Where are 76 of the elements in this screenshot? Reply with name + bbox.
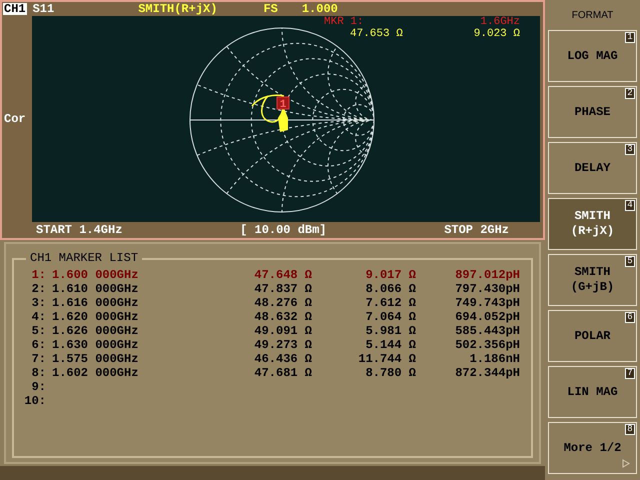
softkey-button[interactable]: SMITH (G+jB) 5 bbox=[548, 254, 637, 306]
softkey-number: 3 bbox=[625, 144, 635, 155]
resistance-cell-text: 47.648 Ω bbox=[253, 268, 312, 282]
marker-reactance: 9.023 Ω bbox=[474, 28, 520, 40]
softkey-number: 5 bbox=[625, 256, 635, 267]
softkey-button[interactable]: PHASE 2 bbox=[548, 86, 637, 138]
marker-resistance: 47.653 Ω bbox=[350, 28, 403, 40]
softkey-button[interactable]: LIN MAG 7 bbox=[548, 366, 637, 418]
marker-number: 10: bbox=[23, 394, 46, 408]
start-frequency: START 1.4GHz bbox=[36, 222, 122, 239]
reactance-cell-text: 5.981 Ω bbox=[364, 324, 416, 338]
marker-number: 9: bbox=[30, 380, 46, 394]
reactance-cell-text: 5.144 Ω bbox=[364, 338, 416, 352]
inductance-cell-text: 897.012pH bbox=[454, 268, 520, 282]
inductance-cell-text: 797.430pH bbox=[454, 282, 520, 296]
marker-frequency-cell-text: 1.602 000GHz bbox=[52, 366, 140, 380]
reactance-cell-text: 11.744 Ω bbox=[357, 352, 416, 366]
marker-frequency-cell-text: 1.630 000GHz bbox=[52, 338, 140, 352]
marker-frequency: 1.6GHz bbox=[480, 16, 520, 28]
marker-frequency-cell-text: 1.616 000GHz bbox=[52, 296, 140, 310]
resistance-cell-text: 47.681 Ω bbox=[253, 366, 312, 380]
softkey-button[interactable]: DELAY 3 bbox=[548, 142, 637, 194]
marker-flag: 1 bbox=[276, 96, 290, 111]
softkey-button[interactable]: LOG MAG 1 bbox=[548, 30, 637, 82]
inductance-cell-text: 694.052pH bbox=[454, 310, 520, 324]
marker-frequency-cell-text: 1.575 000GHz bbox=[52, 352, 140, 366]
resistance-cell-text: 46.436 Ω bbox=[253, 352, 312, 366]
inductance-cell-text: 749.743pH bbox=[454, 296, 520, 310]
stop-frequency: STOP 2GHz bbox=[444, 222, 509, 239]
reactance-cell-text: 7.064 Ω bbox=[364, 310, 416, 324]
format-label: SMITH(R+jX) bbox=[138, 3, 218, 15]
marker-number: 3: bbox=[30, 296, 46, 310]
trace-cluster bbox=[278, 108, 288, 132]
resistance-cell-text: 47.837 Ω bbox=[253, 282, 312, 296]
inductance-cell-text: 872.344pH bbox=[454, 366, 520, 380]
correction-label: Cor bbox=[4, 111, 26, 128]
marker-label: MKR 1: bbox=[324, 16, 364, 28]
marker-frequency-cell-text: 1.626 000GHz bbox=[52, 324, 140, 338]
resistance-cell-text: 49.091 Ω bbox=[253, 324, 312, 338]
marker-number: 7: bbox=[30, 352, 46, 366]
resistance-cell-text: 48.276 Ω bbox=[253, 296, 312, 310]
reactance-cell-text: 7.612 Ω bbox=[364, 296, 416, 310]
marker-number: 6: bbox=[30, 338, 46, 352]
resistance-cell-text: 49.273 Ω bbox=[253, 338, 312, 352]
softkey-number: 7 bbox=[625, 368, 635, 379]
softkey-button[interactable]: More 1/2 8 bbox=[548, 422, 637, 474]
marker-number: 5: bbox=[30, 324, 46, 338]
trace-line bbox=[251, 94, 285, 123]
parameter-label: S11 bbox=[32, 3, 54, 15]
marker-list-title: CH1 MARKER LIST bbox=[26, 252, 142, 264]
marker-number: 8: bbox=[30, 366, 46, 380]
softkey-button[interactable]: POLAR 6 bbox=[548, 310, 637, 362]
power-level: [ 10.00 dBm] bbox=[240, 222, 327, 239]
marker-frequency-cell-text: 1.610 000GHz bbox=[52, 282, 140, 296]
reactance-cell-text: 9.017 Ω bbox=[364, 268, 416, 282]
softkey-number: 2 bbox=[625, 88, 635, 99]
softkey-number: 8 bbox=[625, 424, 635, 435]
marker-number: 4: bbox=[30, 310, 46, 324]
scale-label: FS bbox=[263, 3, 278, 15]
softkey-button[interactable]: SMITH (R+jX) 4 bbox=[548, 198, 637, 250]
softkey-number: 4 bbox=[625, 200, 635, 211]
scale-value: 1.000 bbox=[302, 3, 338, 15]
inductance-cell-text: 585.443pH bbox=[454, 324, 520, 338]
marker-frequency-cell-text: 1.620 000GHz bbox=[52, 310, 140, 324]
softkey-menu-title: FORMAT bbox=[570, 8, 614, 22]
inductance-cell-text: 502.356pH bbox=[454, 338, 520, 352]
channel-label: CH1 bbox=[3, 3, 27, 15]
reactance-cell-text: 8.066 Ω bbox=[364, 282, 416, 296]
marker-number: 2: bbox=[30, 282, 46, 296]
reactance-cell-text: 8.780 Ω bbox=[364, 366, 416, 380]
inductance-cell-text: 1.186nH bbox=[468, 352, 520, 366]
softkey-number: 6 bbox=[625, 312, 635, 323]
marker-frequency-cell-text: 1.600 000GHz bbox=[52, 268, 140, 282]
softkey-number: 1 bbox=[625, 32, 635, 43]
marker-number: 1: bbox=[30, 268, 46, 282]
resistance-cell-text: 48.632 Ω bbox=[253, 310, 312, 324]
